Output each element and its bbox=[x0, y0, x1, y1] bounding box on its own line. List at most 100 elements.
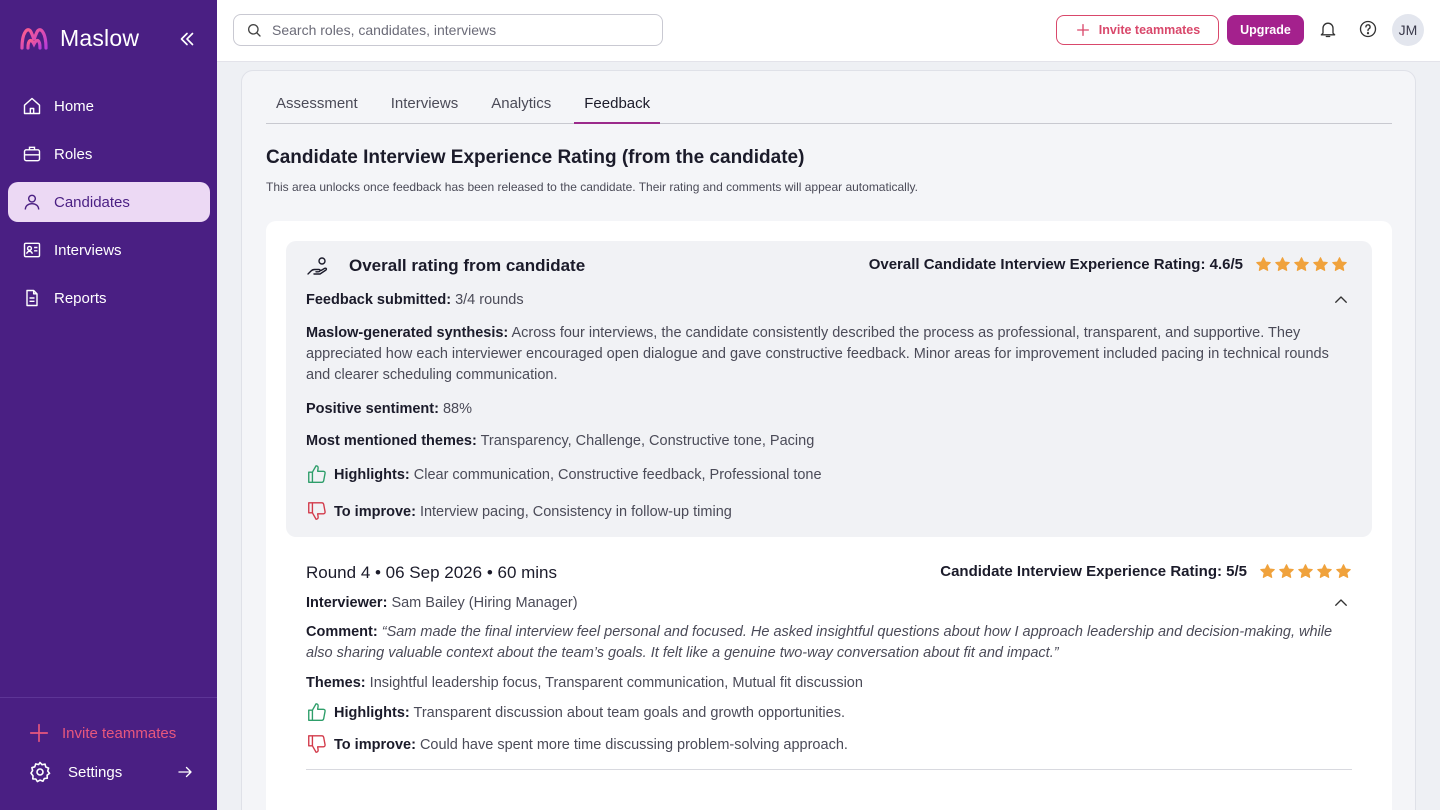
main-card: Assessment Interviews Analytics Feedback… bbox=[241, 70, 1416, 810]
synthesis-label: Maslow-generated synthesis: bbox=[306, 325, 509, 341]
overall-rating: Overall Candidate Interview Experience R… bbox=[869, 256, 1348, 273]
upgrade-button[interactable]: Upgrade bbox=[1227, 15, 1304, 45]
feedback-submitted: Feedback submitted: 3/4 rounds bbox=[306, 290, 524, 311]
interviewer-value: Sam Bailey (Hiring Manager) bbox=[391, 595, 578, 611]
interviewer: Interviewer: Sam Bailey (Hiring Manager) bbox=[306, 593, 578, 614]
feedback-panel: Overall rating from candidate Overall Ca… bbox=[266, 221, 1392, 810]
thumbs-up-icon bbox=[308, 464, 326, 483]
search-icon bbox=[248, 24, 261, 37]
highlights: Highlights: Clear communication, Constru… bbox=[306, 464, 822, 486]
round-title: Round 4 • 06 Sep 2026 • 60 mins bbox=[306, 563, 558, 582]
round-rating-label: Candidate Interview Experience Rating: 5… bbox=[940, 563, 1247, 580]
page-subtitle: This area unlocks once feedback has been… bbox=[266, 180, 918, 194]
star-filled-icon bbox=[1313, 257, 1328, 271]
comment-value: “Sam made the final interview feel perso… bbox=[306, 624, 1333, 661]
thumbs-down-icon bbox=[308, 734, 326, 753]
brand[interactable]: Maslow bbox=[18, 22, 139, 54]
overall-star-rating bbox=[1255, 256, 1348, 273]
sidebar-settings[interactable]: Settings bbox=[28, 760, 194, 784]
star-filled-icon bbox=[1336, 564, 1351, 578]
interviewer-label: Interviewer: bbox=[306, 595, 388, 611]
round-themes-label: Themes: bbox=[306, 675, 366, 691]
gear-icon bbox=[30, 761, 51, 783]
improve-value: Interview pacing, Consistency in follow-… bbox=[419, 504, 732, 520]
star-filled-icon bbox=[1298, 564, 1313, 578]
sidebar-settings-label: Settings bbox=[68, 763, 123, 781]
feedback-submitted-label: Feedback submitted: bbox=[306, 292, 452, 308]
maslow-logo-icon bbox=[20, 28, 48, 50]
briefcase-icon bbox=[23, 146, 41, 162]
highlights-value: Clear communication, Constructive feedba… bbox=[413, 467, 822, 483]
page-title-bold: Candidate Interview Experience Rating bbox=[266, 147, 617, 168]
sentiment-label: Positive sentiment: bbox=[306, 401, 439, 417]
sidebar-item-candidates[interactable]: Candidates bbox=[8, 182, 210, 222]
round-divider bbox=[306, 769, 1352, 770]
round-highlights-value: Transparent discussion about team goals … bbox=[413, 705, 846, 721]
collapse-sidebar-icon[interactable] bbox=[176, 28, 198, 50]
synthesis: Maslow-generated synthesis: Across four … bbox=[306, 323, 1336, 386]
page-title: Candidate Interview Experience Rating (f… bbox=[266, 147, 804, 169]
round-themes-value: Insightful leadership focus, Transparent… bbox=[369, 675, 863, 691]
id-card-icon bbox=[23, 242, 41, 258]
feedback-submitted-value: 3/4 rounds bbox=[455, 292, 524, 308]
themes-value: Transparency, Challenge, Constructive to… bbox=[480, 433, 815, 449]
sidebar-item-label: Interviews bbox=[54, 241, 122, 259]
sidebar-divider bbox=[0, 697, 217, 698]
round-to-improve: To improve: Could have spent more time d… bbox=[306, 734, 848, 756]
sidebar-invite-teammates[interactable]: Invite teammates bbox=[28, 722, 176, 744]
invite-teammates-label: Invite teammates bbox=[1098, 23, 1201, 37]
improve-label: To improve: bbox=[334, 504, 416, 520]
star-filled-icon bbox=[1294, 257, 1309, 271]
chevron-up-icon[interactable] bbox=[1332, 594, 1350, 612]
thumbs-up-icon bbox=[308, 702, 326, 721]
sidebar-item-label: Roles bbox=[54, 145, 93, 163]
plus-icon bbox=[29, 723, 49, 743]
star-filled-icon bbox=[1256, 257, 1271, 271]
topbar: Invite teammates Upgrade JM bbox=[217, 0, 1440, 62]
sidebar-item-home[interactable]: Home bbox=[8, 86, 210, 126]
round-improve-label: To improve: bbox=[334, 737, 416, 753]
highlights-label: Highlights: bbox=[334, 467, 410, 483]
round-improve-value: Could have spent more time discussing pr… bbox=[419, 737, 848, 753]
hand-coin-icon bbox=[307, 257, 328, 275]
star-filled-icon bbox=[1279, 564, 1294, 578]
sidebar-item-reports[interactable]: Reports bbox=[8, 278, 210, 318]
tab-analytics[interactable]: Analytics bbox=[481, 87, 561, 124]
home-icon bbox=[23, 97, 41, 115]
round-themes: Themes: Insightful leadership focus, Tra… bbox=[306, 673, 863, 694]
avatar[interactable]: JM bbox=[1392, 14, 1424, 46]
round-star-rating bbox=[1259, 563, 1352, 580]
tab-interviews[interactable]: Interviews bbox=[381, 87, 469, 124]
tab-feedback[interactable]: Feedback bbox=[574, 87, 661, 124]
search-box[interactable] bbox=[233, 14, 663, 46]
tab-bar: Assessment Interviews Analytics Feedback bbox=[266, 87, 1392, 124]
most-mentioned-themes: Most mentioned themes: Transparency, Cha… bbox=[306, 431, 814, 452]
sidebar-item-interviews[interactable]: Interviews bbox=[8, 230, 210, 270]
overall-rating-card: Overall rating from candidate Overall Ca… bbox=[286, 241, 1372, 537]
star-filled-icon bbox=[1317, 564, 1332, 578]
star-filled-icon bbox=[1275, 257, 1290, 271]
tab-assessment[interactable]: Assessment bbox=[266, 87, 368, 124]
invite-teammates-button[interactable]: Invite teammates bbox=[1056, 15, 1219, 45]
star-filled-icon bbox=[1332, 257, 1347, 271]
sidebar-nav: Home Roles Candidates Interviews Reports bbox=[8, 86, 210, 326]
page-title-rest: (from the candidate) bbox=[621, 147, 805, 168]
brand-name: Maslow bbox=[60, 24, 140, 51]
chevron-up-icon[interactable] bbox=[1332, 291, 1350, 309]
positive-sentiment: Positive sentiment: 88% bbox=[306, 399, 472, 420]
sidebar-item-roles[interactable]: Roles bbox=[8, 134, 210, 174]
search-input[interactable] bbox=[272, 22, 652, 38]
sidebar-invite-label: Invite teammates bbox=[62, 724, 177, 742]
overall-title: Overall rating from candidate bbox=[349, 256, 586, 275]
thumbs-down-icon bbox=[308, 501, 326, 520]
sentiment-value: 88% bbox=[442, 401, 473, 417]
comment-label: Comment: bbox=[306, 624, 378, 640]
star-filled-icon bbox=[1260, 564, 1275, 578]
user-icon bbox=[24, 194, 40, 210]
comment: Comment: “Sam made the final interview f… bbox=[306, 622, 1336, 664]
round-rating: Candidate Interview Experience Rating: 5… bbox=[940, 563, 1352, 580]
sidebar-item-label: Candidates bbox=[54, 193, 130, 211]
help-icon[interactable] bbox=[1358, 19, 1378, 39]
sidebar: Maslow Home Roles Candidates Interviews … bbox=[0, 0, 217, 810]
bell-icon[interactable] bbox=[1318, 19, 1338, 39]
